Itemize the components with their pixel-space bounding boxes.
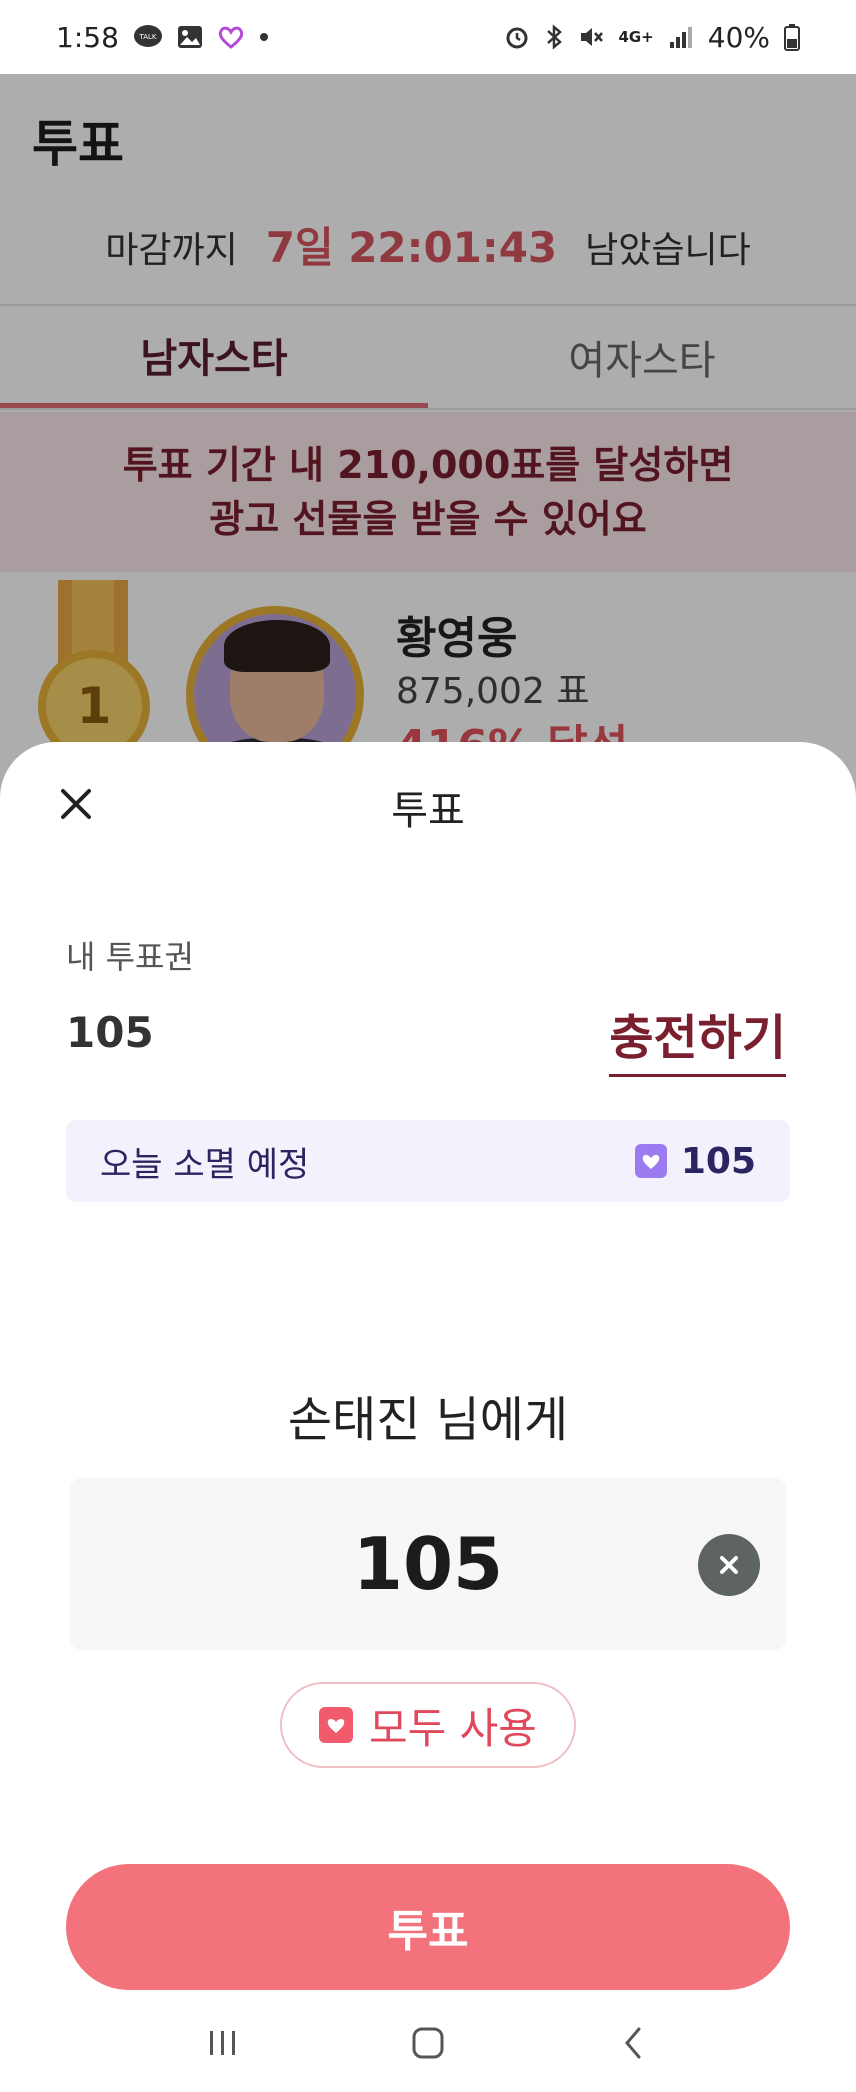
- battery-icon: [784, 23, 800, 51]
- status-time: 1:58: [56, 20, 119, 54]
- use-all-button[interactable]: 모두 사용: [280, 1682, 576, 1768]
- talk-badge-text: TALK: [138, 33, 156, 41]
- vote-bottom-sheet: 투표 내 투표권 105 충전하기 오늘 소멸 예정 105 손태진 님에게 1…: [0, 742, 856, 2092]
- back-icon[interactable]: [603, 2013, 663, 2073]
- vote-target: 손태진 님에게: [287, 1392, 569, 1448]
- notification-dot-icon: [259, 32, 269, 42]
- alarm-icon: [504, 24, 530, 50]
- heart-app-icon: [217, 24, 245, 50]
- system-nav-bar: [0, 1994, 856, 2092]
- home-icon[interactable]: [398, 2013, 458, 2073]
- sheet-title: 투표: [391, 788, 465, 834]
- clear-x-icon[interactable]: [698, 1534, 760, 1596]
- kakaotalk-icon: TALK: [133, 24, 163, 50]
- my-ticket-count: 105: [66, 1008, 154, 1057]
- battery-percent: 40%: [707, 20, 770, 54]
- bluetooth-icon: [544, 24, 564, 50]
- recent-apps-icon[interactable]: [193, 2013, 253, 2073]
- charge-button[interactable]: 충전하기: [609, 998, 786, 1077]
- use-all-label: 모두 사용: [369, 1703, 537, 1753]
- vote-button[interactable]: 투표: [66, 1864, 790, 1990]
- mute-icon: [578, 24, 604, 50]
- heart-ticket-icon: [634, 1144, 667, 1178]
- vote-amount-value[interactable]: 105: [70, 1478, 786, 1650]
- network-type: 4G+: [618, 28, 654, 46]
- status-bar: 1:58 TALK 4G+ 40%: [0, 0, 856, 74]
- signal-icon: [668, 24, 694, 50]
- my-ticket-label: 내 투표권: [66, 938, 194, 976]
- expiring-today-box: 오늘 소멸 예정 105: [66, 1120, 790, 1202]
- gallery-icon: [177, 24, 203, 50]
- expire-count: 105: [680, 1140, 756, 1182]
- vote-amount-field[interactable]: 105: [70, 1478, 786, 1650]
- expire-label: 오늘 소멸 예정: [100, 1144, 310, 1185]
- heart-ticket-icon: [319, 1707, 354, 1743]
